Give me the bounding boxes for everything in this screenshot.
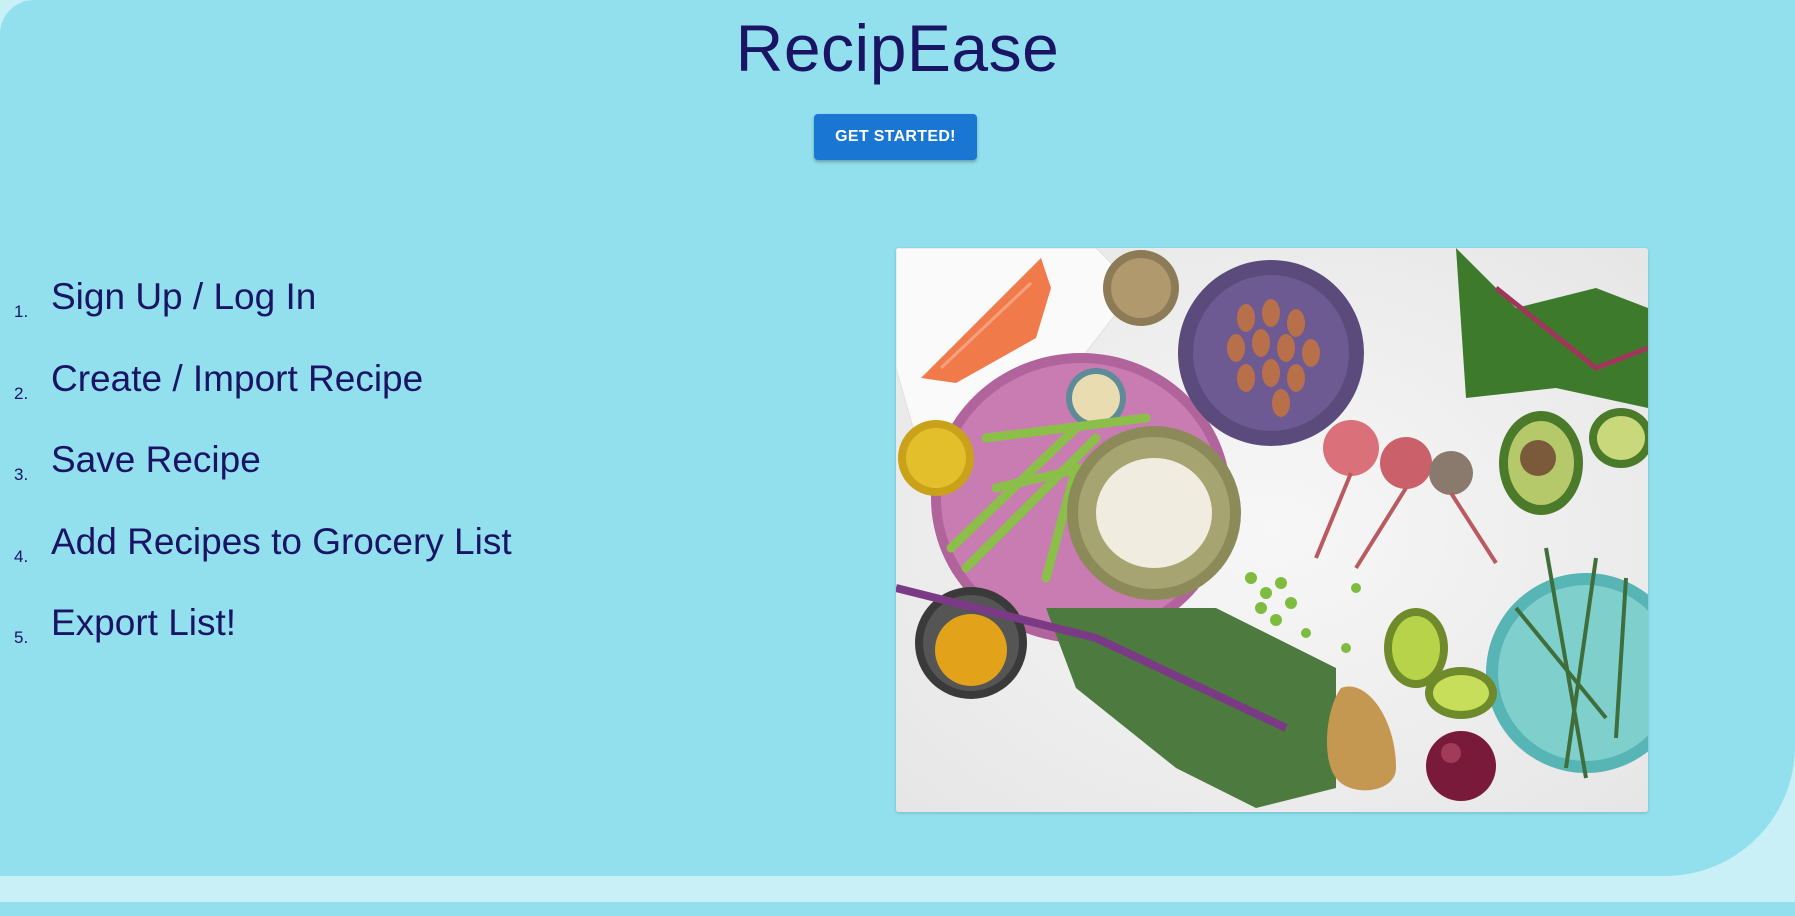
app-title: RecipEase bbox=[735, 11, 1060, 85]
step-number: 4. bbox=[14, 546, 29, 566]
step-label: Sign Up / Log In bbox=[51, 276, 317, 317]
get-started-button[interactable]: GET STARTED! bbox=[814, 114, 977, 160]
step-number: 2. bbox=[14, 383, 29, 403]
list-item: 5. Export List! bbox=[0, 596, 512, 678]
step-number: 5. bbox=[14, 628, 29, 647]
list-item: 3. Save Recipe bbox=[0, 433, 512, 515]
list-item: 4. Add Recipes to Grocery List bbox=[0, 515, 512, 597]
food-ingredients-illustration bbox=[896, 248, 1648, 812]
step-label: Save Recipe bbox=[51, 439, 261, 480]
steps-list: 1. Sign Up / Log In 2. Create / Import R… bbox=[0, 270, 512, 678]
list-item: 2. Create / Import Recipe bbox=[0, 352, 512, 434]
food-ingredients-image bbox=[896, 248, 1648, 812]
footer-strip bbox=[0, 902, 1795, 916]
step-number: 3. bbox=[14, 465, 29, 484]
list-item: 1. Sign Up / Log In bbox=[0, 270, 512, 352]
step-label: Export List! bbox=[51, 602, 237, 643]
step-number: 1. bbox=[14, 302, 29, 321]
step-label: Add Recipes to Grocery List bbox=[51, 520, 512, 562]
step-label: Create / Import Recipe bbox=[51, 357, 424, 399]
